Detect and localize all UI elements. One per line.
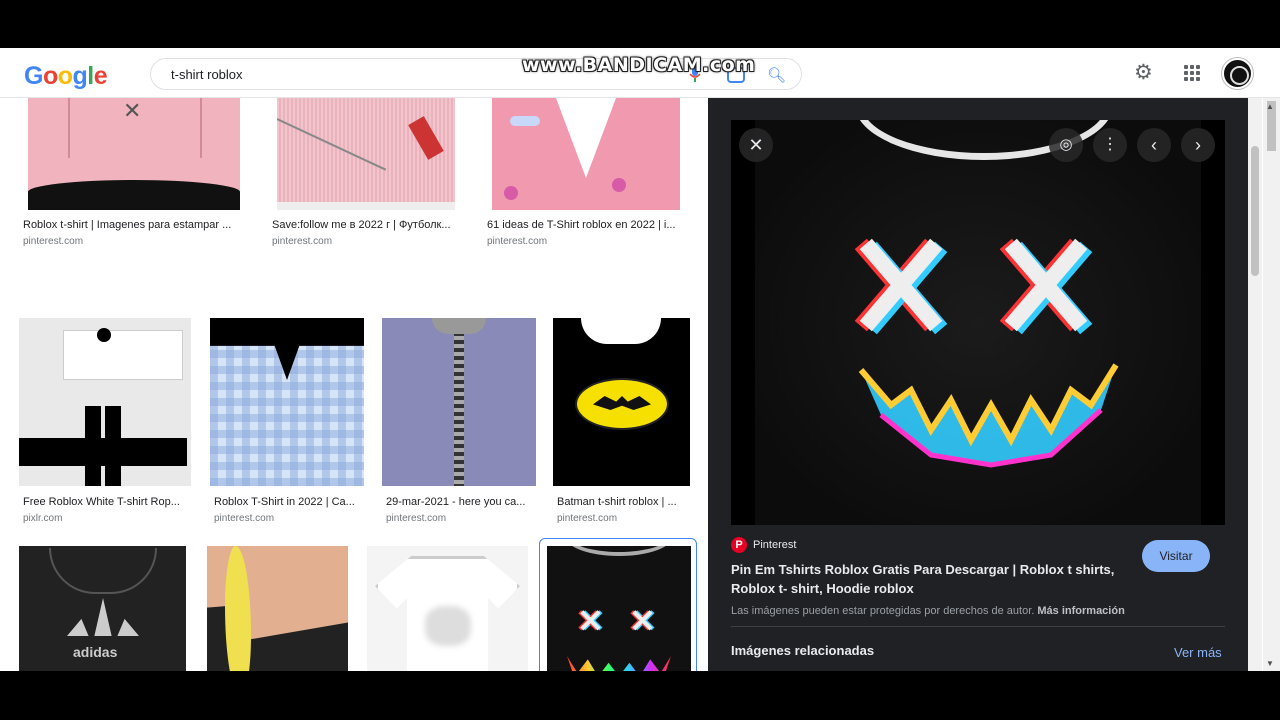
result-source: pinterest.com	[386, 513, 447, 524]
logo-letter: G	[24, 62, 43, 90]
image-result[interactable]: 29-mar-2021 - here you ca... pinterest.c…	[382, 318, 536, 528]
settings-gear-icon[interactable]: ⚙	[1134, 62, 1156, 84]
result-caption[interactable]: Free Roblox White T-shirt Rop...	[23, 496, 193, 508]
result-source: pinterest.com	[487, 236, 548, 247]
image-result[interactable]: adidas	[19, 546, 186, 671]
search-input[interactable]: t-shirt roblox	[171, 67, 243, 82]
pinterest-logo-icon: P	[731, 537, 747, 553]
source-name[interactable]: Pinterest	[753, 539, 796, 551]
result-thumbnail[interactable]	[553, 318, 690, 486]
close-icon[interactable]: ✕	[739, 128, 773, 162]
result-caption[interactable]: 61 ideas de T-Shirt roblox en 2022 | i..…	[487, 219, 679, 231]
result-caption[interactable]: 29-mar-2021 - here you ca...	[386, 496, 534, 508]
image-result[interactable]: Free Roblox White T-shirt Rop... pixlr.c…	[19, 318, 191, 528]
result-source: pinterest.com	[23, 236, 84, 247]
logo-letter: o	[42, 62, 58, 90]
next-chevron-icon[interactable]: ›	[1181, 128, 1215, 162]
previous-chevron-icon[interactable]: ‹	[1137, 128, 1171, 162]
more-info-link[interactable]: Más información	[1037, 605, 1124, 617]
image-results-grid: ✕ Roblox t-shirt | Imagenes para estampa…	[0, 98, 708, 671]
image-result-selected[interactable]: ✕ ✕	[539, 538, 697, 671]
account-avatar[interactable]	[1222, 58, 1253, 89]
image-result[interactable]: Batman t-shirt roblox | ... pinterest.co…	[553, 318, 691, 528]
image-result[interactable]	[367, 546, 528, 671]
apps-grid-icon[interactable]	[1181, 62, 1203, 84]
image-result[interactable]: Save:follow me в 2022 г | Футболк... pin…	[272, 98, 457, 248]
scrollbar-thumb[interactable]	[1251, 146, 1259, 276]
logo-letter: e	[93, 62, 108, 90]
divider	[731, 626, 1225, 627]
visit-button[interactable]: Visitar	[1142, 540, 1210, 572]
preview-image[interactable]: ✕ ◎ ⋮ ‹ ›	[731, 120, 1225, 525]
result-thumbnail[interactable]	[367, 546, 528, 671]
result-source: pinterest.com	[272, 236, 333, 247]
preview-title[interactable]: Pin Em Tshirts Roblox Gratis Para Descar…	[731, 560, 1131, 598]
copyright-notice: Las imágenes pueden estar protegidas por…	[731, 605, 1125, 617]
related-images-heading: Imágenes relacionadas	[731, 643, 875, 658]
result-caption[interactable]: Roblox t-shirt | Imagenes para estampar …	[23, 219, 243, 231]
result-source: pinterest.com	[214, 513, 275, 524]
logo-letter: o	[57, 62, 73, 90]
result-thumbnail[interactable]	[277, 98, 455, 210]
glitch-face-graphic	[854, 238, 1119, 468]
more-options-icon[interactable]: ⋮	[1093, 128, 1127, 162]
image-result[interactable]	[207, 546, 348, 671]
adidas-logo-icon	[67, 598, 139, 636]
image-result[interactable]: ✕ Roblox t-shirt | Imagenes para estampa…	[23, 98, 242, 248]
copyright-text: Las imágenes pueden estar protegidas por…	[731, 605, 1035, 617]
image-preview-panel: ✕ ◎ ⋮ ‹ › P Pinterest Pin Em Tshirts Rob…	[708, 98, 1248, 671]
google-logo[interactable]: Google	[24, 62, 108, 91]
result-thumbnail[interactable]	[492, 98, 680, 210]
result-source: pixlr.com	[23, 513, 63, 524]
result-caption[interactable]: Save:follow me в 2022 г | Футболк...	[272, 219, 464, 231]
scroll-down-arrow-icon[interactable]: ▼	[1266, 659, 1274, 668]
result-thumbnail[interactable]: ✕ ✕	[547, 546, 691, 671]
result-caption[interactable]: Batman t-shirt roblox | ...	[557, 496, 691, 508]
result-thumbnail[interactable]	[207, 546, 348, 671]
logo-letter: g	[72, 62, 88, 90]
visual-search-icon[interactable]: ◎	[1049, 128, 1083, 162]
result-thumbnail[interactable]	[382, 318, 536, 486]
result-caption[interactable]: Roblox T-Shirt in 2022 | Ca...	[214, 496, 362, 508]
result-source: pinterest.com	[557, 513, 618, 524]
result-thumbnail[interactable]: ✕	[28, 98, 240, 210]
scroll-up-arrow-icon[interactable]: ▲	[1266, 102, 1274, 111]
result-thumbnail[interactable]	[19, 318, 191, 486]
search-icon[interactable]: 🔍︎	[767, 66, 786, 84]
image-result[interactable]: 61 ideas de T-Shirt roblox en 2022 | i..…	[487, 98, 682, 248]
result-thumbnail[interactable]: adidas	[19, 546, 186, 671]
bandicam-watermark: www.BANDICAM.com	[522, 54, 756, 76]
panel-scrollbar[interactable]	[1248, 98, 1262, 671]
see-more-link[interactable]: Ver más	[1174, 645, 1222, 660]
page-scrollbar[interactable]	[1263, 98, 1280, 671]
image-result[interactable]: Roblox T-Shirt in 2022 | Ca... pinterest…	[210, 318, 364, 528]
adidas-wordmark: adidas	[73, 644, 118, 660]
browser-viewport: Google t-shirt roblox 🔍︎ ⚙ www.BANDICAM.…	[0, 48, 1280, 671]
result-thumbnail[interactable]	[210, 318, 364, 486]
